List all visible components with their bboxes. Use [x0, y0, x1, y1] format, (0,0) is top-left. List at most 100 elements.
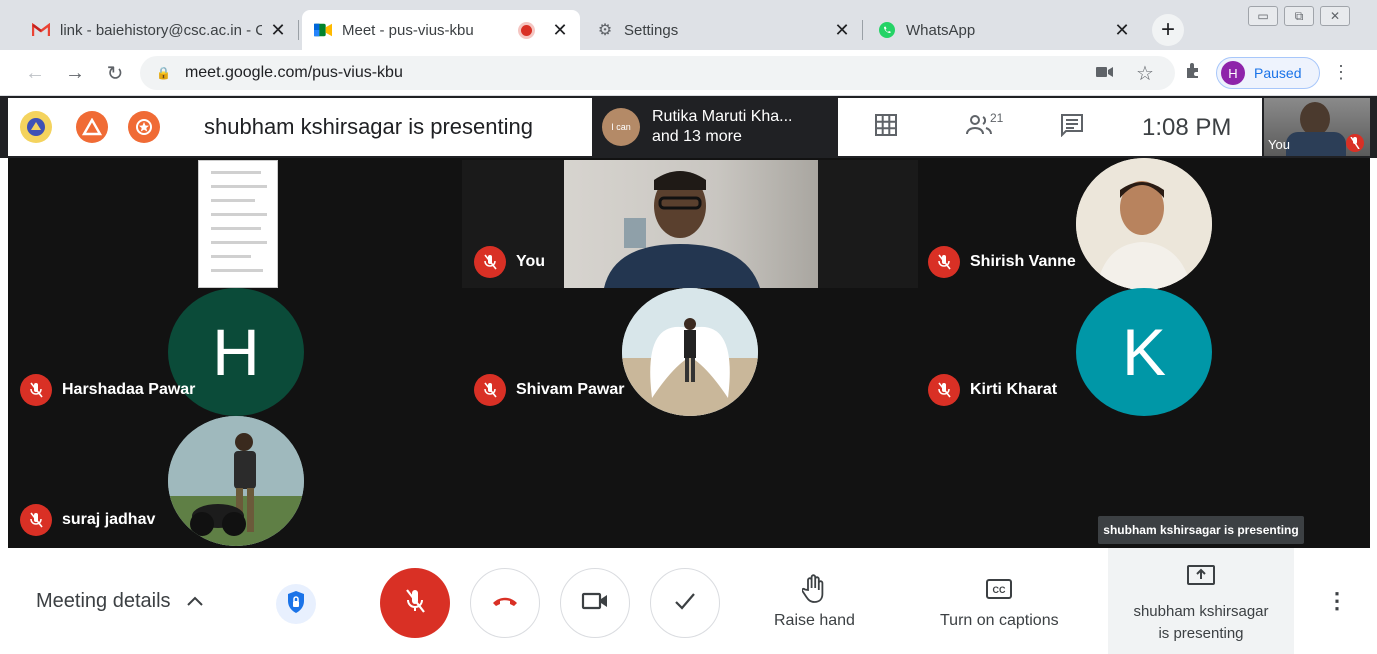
- mic-off-icon: [20, 504, 52, 536]
- minimize-button[interactable]: ▭: [1248, 6, 1278, 26]
- tab-whatsapp[interactable]: WhatsApp ✕: [866, 10, 1142, 50]
- extensions-icon[interactable]: [1184, 61, 1202, 84]
- window-controls: ▭ ⧉ ✕: [1248, 6, 1350, 26]
- captions-label: Turn on captions: [940, 612, 1059, 629]
- close-icon[interactable]: ✕: [552, 20, 568, 41]
- participant-kirti: Kirti Kharat: [928, 374, 1057, 406]
- restore-button[interactable]: ⧉: [1284, 6, 1314, 26]
- self-label: You: [1268, 137, 1290, 152]
- captions-icon: CC: [986, 574, 1013, 604]
- mic-off-icon: [474, 246, 506, 278]
- presenting-label-line2: is presenting: [1158, 625, 1244, 642]
- attendance-button[interactable]: [650, 568, 720, 638]
- participant-you: You: [474, 246, 545, 278]
- extension-icon[interactable]: [20, 111, 52, 143]
- tab-title: Settings: [624, 21, 679, 39]
- meeting-details-button[interactable]: Meeting details: [36, 590, 203, 613]
- avatar: H: [1221, 61, 1245, 85]
- participant-name: Harshadaa Pawar: [62, 381, 196, 398]
- drive-icon[interactable]: [76, 111, 108, 143]
- grid-layout-icon[interactable]: [874, 113, 898, 143]
- forward-button[interactable]: →: [62, 60, 88, 86]
- mic-off-icon: [928, 374, 960, 406]
- people-icon[interactable]: [966, 113, 992, 143]
- tab-meet[interactable]: Meet - pus-vius-kbu ✕: [302, 10, 580, 50]
- captions-button[interactable]: CC Turn on captions: [940, 574, 1059, 630]
- gear-icon: ⚙: [597, 22, 613, 39]
- mic-off-icon: [474, 374, 506, 406]
- participant-name: Shivam Pawar: [516, 381, 625, 398]
- meet-icon: [314, 21, 332, 39]
- close-window-button[interactable]: ✕: [1320, 6, 1350, 26]
- profile-button[interactable]: H Paused: [1216, 57, 1320, 89]
- camera-indicator-icon[interactable]: [1096, 63, 1114, 84]
- raise-hand-label: Raise hand: [774, 612, 855, 629]
- tab-gmail[interactable]: link - baiehistory@csc.ac.in - C ✕: [20, 10, 298, 50]
- gmail-icon: [32, 21, 50, 39]
- star-badge-icon[interactable]: [128, 111, 160, 143]
- close-icon[interactable]: ✕: [834, 20, 850, 41]
- close-icon[interactable]: ✕: [270, 20, 286, 41]
- reload-button[interactable]: ↻: [102, 60, 128, 86]
- shield-icon: [286, 590, 306, 619]
- participant-shivam: Shivam Pawar: [474, 374, 625, 406]
- mic-off-icon: [1346, 134, 1364, 152]
- presenting-title: shubham kshirsagar is presenting: [200, 98, 592, 156]
- self-view-thumbnail[interactable]: You: [1264, 98, 1370, 156]
- present-screen-icon: [1186, 564, 1216, 595]
- participant-avatar-photo: [622, 288, 758, 416]
- speaker-more: and 13 more: [652, 128, 742, 145]
- url-text: meet.google.com/pus-vius-kbu: [184, 64, 403, 81]
- tab-title: link - baiehistory@csc.ac.in - C: [60, 21, 262, 39]
- meeting-details-label: Meeting details: [36, 590, 171, 612]
- host-controls-button[interactable]: [276, 584, 316, 624]
- avatar-letter: H: [212, 315, 260, 389]
- back-button[interactable]: ←: [22, 60, 48, 86]
- meet-control-bar: Meeting details Raise hand CC Turn on ca…: [0, 548, 1377, 654]
- participant-avatar-photo: [1076, 158, 1212, 290]
- more-options-icon[interactable]: ⋮: [1326, 588, 1348, 614]
- participant-avatar-letter: K: [1076, 288, 1212, 416]
- chevron-up-icon: [186, 593, 203, 611]
- browser-tab-strip: link - baiehistory@csc.ac.in - C ✕ Meet …: [0, 0, 1377, 50]
- avatar-letter: K: [1121, 315, 1167, 389]
- participant-avatar-photo: [168, 416, 304, 546]
- tab-settings[interactable]: ⚙ Settings ✕: [584, 10, 862, 50]
- top-right-controls: 21 1:08 PM: [838, 98, 1262, 156]
- participant-shirish: Shirish Vanne: [928, 246, 1076, 278]
- checkmark-icon: [674, 592, 696, 615]
- camera-icon: [581, 591, 609, 616]
- new-tab-button[interactable]: +: [1152, 14, 1184, 46]
- speaker-avatar: I can: [602, 108, 640, 146]
- mic-off-icon: [404, 588, 426, 619]
- participant-name: You: [516, 253, 546, 270]
- participant-name: suraj jadhav: [62, 511, 156, 528]
- leave-call-button[interactable]: [470, 568, 540, 638]
- presenting-button[interactable]: shubham kshirsagar is presenting: [1108, 548, 1294, 654]
- active-speaker-chip[interactable]: I can Rutika Maruti Kha... and 13 more: [594, 98, 836, 156]
- people-count: 21: [990, 111, 1004, 125]
- self-video[interactable]: [564, 160, 818, 288]
- camera-toggle-button[interactable]: [560, 568, 630, 638]
- chat-icon[interactable]: [1060, 113, 1084, 143]
- mic-off-icon: [20, 374, 52, 406]
- clock: 1:08 PM: [1142, 114, 1232, 141]
- browser-toolbar: ← → ↻ 🔒 meet.google.com/pus-vius-kbu ☆ H…: [0, 50, 1377, 96]
- speaker-name: Rutika Maruti Kha...: [652, 108, 793, 125]
- address-bar[interactable]: 🔒 meet.google.com/pus-vius-kbu: [140, 56, 1175, 90]
- presentation-thumbnail[interactable]: [198, 160, 278, 288]
- participant-suraj: suraj jadhav: [20, 504, 155, 536]
- participant-name: Kirti Kharat: [970, 381, 1058, 398]
- mic-off-icon: [928, 246, 960, 278]
- mic-toggle-button[interactable]: [380, 568, 450, 638]
- tab-title: WhatsApp: [906, 21, 976, 39]
- participant-name: Shirish Vanne: [970, 253, 1076, 270]
- raise-hand-button[interactable]: Raise hand: [774, 574, 855, 630]
- star-icon[interactable]: ☆: [1136, 61, 1154, 86]
- recording-icon: [521, 24, 532, 36]
- lock-icon: 🔒: [156, 66, 171, 80]
- top-left-icons: [8, 98, 206, 156]
- close-icon[interactable]: ✕: [1114, 20, 1130, 41]
- browser-menu-icon[interactable]: ⋮: [1332, 62, 1350, 83]
- presenting-tooltip: shubham kshirsagar is presenting: [1098, 516, 1304, 544]
